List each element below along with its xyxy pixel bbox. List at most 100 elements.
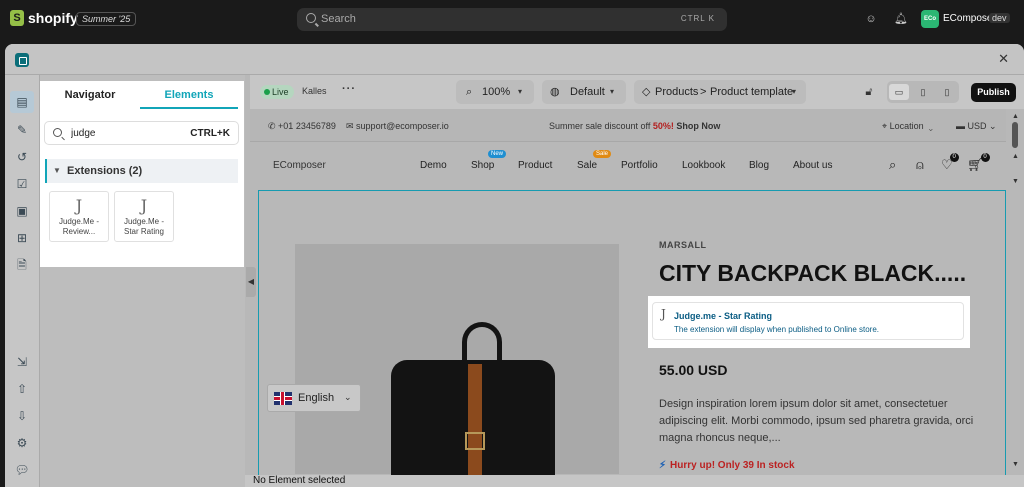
location-select[interactable]: ⌖ Location ⌄ [882,121,933,132]
elements-search[interactable]: CTRL+K [44,121,239,145]
shopify-wordmark: shopify [28,10,78,26]
lightning-icon: ⚡︎ [659,460,667,471]
nav-link-product[interactable]: Product [518,160,552,171]
nav-link-portfolio[interactable]: Portfolio [621,160,658,171]
tag-icon: ◇ [642,86,651,98]
elements-search-input[interactable] [71,126,181,141]
gear-icon[interactable]: ⚙ [14,435,30,451]
scroll-thumb[interactable] [1012,122,1018,148]
chat-icon[interactable]: 💬︎ [14,462,30,478]
admin-search[interactable]: Search CTRL K [297,8,727,31]
mobile-icon[interactable]: ▯ [937,84,957,100]
phone-number: +01 23456789 [278,121,336,131]
brush-icon[interactable]: ✎ [14,122,30,138]
judgeme-star-rating-placeholder[interactable]: J Judge.me - Star Rating The extension w… [648,296,970,348]
store-name[interactable]: EComposer [943,13,996,24]
phone-text: ✆ +01 23456789 [268,121,336,131]
sale-badge: Sale [593,150,612,158]
status-bar: No Element selected [245,475,1024,487]
tablet-icon[interactable]: ▯ [913,84,933,100]
promo-prefix: Summer sale discount off [549,121,653,131]
checklist-icon[interactable]: ☑ [14,176,30,192]
new-badge: New [488,150,507,158]
preview-canvas[interactable]: ✆ +01 23456789 ✉ support@ecomposer.io Su… [250,109,1024,479]
extensions-group-label: Extensions (2) [67,165,143,177]
more-options-icon[interactable]: ··· [342,83,356,95]
product-vendor: MARSALL [659,240,707,250]
shopify-logo[interactable]: S shopify [10,10,78,26]
description-line: Design inspiration lorem ipsum dolor sit… [659,398,948,410]
nav-link-lookbook[interactable]: Lookbook [682,160,725,171]
tab-elements[interactable]: Elements [140,81,238,109]
email-address: support@ecomposer.io [356,121,449,131]
upload-icon[interactable]: ⇧ [14,381,30,397]
panel-collapse-handle[interactable]: ◀ [246,267,256,297]
apps-icon[interactable]: ⊞ [14,230,30,246]
nav-link-sale[interactable]: Sale Sale [577,150,612,171]
template-icon[interactable]: ▣ [14,203,30,219]
history-icon[interactable]: ↺ [14,149,30,165]
download-icon[interactable]: ⇩ [14,408,30,424]
description-line: adipiscing elit. Morbi commodo, ipsum se… [659,415,974,427]
extension-card-judgeme-review[interactable]: J Judge.Me - Review... [49,191,109,242]
scroll-down-icon[interactable]: ▼ [1012,461,1019,468]
crumb-separator: > [700,86,707,98]
language-select[interactable]: English ⌄ [267,384,361,412]
left-icon-rail: ▤ ✎ ↺ ☑ ▣ ⊞ 🗎︎ ⇲ ⇧ ⇩ ⚙ 💬︎ [5,75,40,487]
nav-link-blog[interactable]: Blog [749,160,769,171]
modal-header: ✕ [5,44,1024,75]
nav-link-shop[interactable]: Shop New [471,150,507,171]
search-icon[interactable]: ⌕ [889,157,896,173]
status-text: No Element selected [253,475,346,486]
store-header: EComposer Demo Shop New Product Sale Sale … [250,143,1006,187]
store-brand[interactable]: EComposer [273,160,326,171]
canvas-scrollbar[interactable]: ▲ ▲ ▼ ▼ [1007,109,1024,479]
cart-count: 0 [980,153,990,162]
scroll-down-icon[interactable]: ▼ [1012,178,1019,185]
nav-link-about[interactable]: About us [793,160,832,171]
preset-select[interactable]: ◍ Default ▾ [542,80,626,104]
shopify-bag-icon: S [10,10,24,26]
scroll-up-icon[interactable]: ▲ [1012,113,1019,120]
extensions-group-header[interactable]: ▼ Extensions (2) [45,159,238,183]
sections-icon[interactable]: ▤ [10,91,34,113]
cart-icon[interactable]: 🛒︎ 0 [967,153,990,173]
product-image[interactable]: ← → [295,244,619,479]
stock-warning: ⚡︎ Hurry up! Only 39 In stock [659,460,795,471]
user-icon[interactable]: ⍝ [916,157,924,173]
chevron-down-icon: ▾ [792,87,797,96]
heart-icon[interactable]: ♡ 0 [941,153,959,173]
import-icon[interactable]: ⇲ [14,354,30,370]
template-breadcrumb[interactable]: ◇ Products > Product template ▾ [634,80,806,104]
promo-shop-link[interactable]: Shop Now [674,121,720,131]
desktop-icon[interactable]: ▭ [889,84,909,100]
theme-name: Kalles [302,86,327,96]
promo-percent: 50%! [652,121,674,131]
lock-icon[interactable]: 🔓︎ [860,83,878,101]
currency-select[interactable]: ▬ USD ⌄ [956,121,997,132]
extension-notice: J Judge.me - Star Rating The extension w… [652,302,964,340]
nav-link-demo[interactable]: Demo [420,160,447,171]
judgeme-logo-icon: J [140,196,148,215]
zoom-select[interactable]: ⌕ 100% ▾ [456,80,534,104]
backpack-strap [468,364,482,479]
store-avatar[interactable]: ECo [921,10,939,28]
us-flag-icon: ▬ [956,121,965,131]
bell-icon[interactable]: 🔔︎ [894,13,908,25]
page-icon[interactable]: 🗎︎ [14,257,30,273]
publish-button[interactable]: Publish [971,83,1016,102]
currency-label: USD [967,121,987,131]
sidekick-icon[interactable]: ☺ [865,13,877,25]
editor-toolbar: Live Kalles ··· ⌕ 100% ▾ ◍ Default ▾ ◇ P… [250,75,1024,109]
scroll-up-icon[interactable]: ▲ [1012,153,1019,160]
judgeme-logo-icon: J [661,307,666,321]
admin-search-placeholder: Search [321,13,356,25]
extension-card-judgeme-star-rating[interactable]: J Judge.Me - Star Rating [114,191,174,242]
description-line: magna rhoncus neque,... [659,432,781,444]
backpack-buckle [465,432,485,450]
tab-navigator[interactable]: Navigator [40,81,140,109]
ecomposer-app-icon [15,53,29,67]
search-icon [53,128,62,137]
close-icon[interactable]: ✕ [998,51,1009,67]
shopify-admin-bar: S shopify Summer '25 Search CTRL K ☺ 🔔︎ … [0,0,1024,39]
